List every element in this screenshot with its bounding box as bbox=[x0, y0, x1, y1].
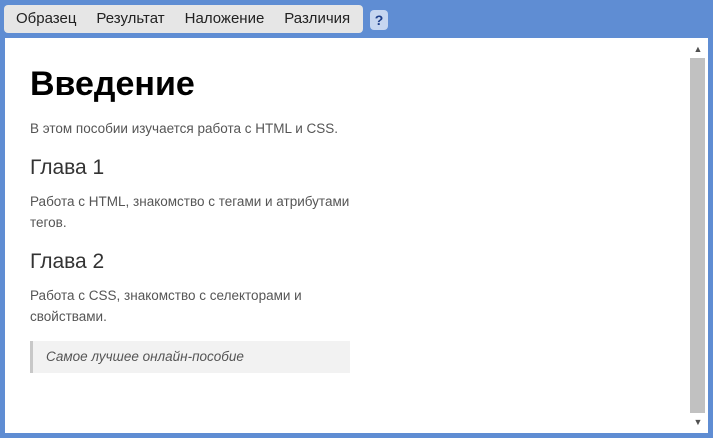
vertical-scrollbar[interactable]: ▲ ▼ bbox=[688, 38, 708, 433]
scroll-up-arrow-icon[interactable]: ▲ bbox=[688, 40, 708, 58]
view-mode-tabs: Образец Результат Наложение Различия bbox=[4, 5, 363, 33]
blockquote: Самое лучшее онлайн-пособие bbox=[30, 341, 350, 373]
page-title: Введение bbox=[30, 65, 195, 103]
tab-result[interactable]: Результат bbox=[86, 5, 174, 33]
tab-overlay[interactable]: Наложение bbox=[175, 5, 275, 33]
tab-differences[interactable]: Различия bbox=[274, 5, 360, 33]
help-button[interactable]: ? bbox=[370, 10, 388, 30]
scroll-down-arrow-icon[interactable]: ▼ bbox=[688, 413, 708, 431]
section-heading-2: Глава 2 bbox=[30, 250, 105, 273]
section-text-1: Работа с HTML, знакомство с тегами и атр… bbox=[30, 194, 350, 230]
section-heading-1: Глава 1 bbox=[30, 156, 105, 179]
document-content: Введение В этом пособии изучается работа… bbox=[30, 38, 360, 373]
tab-sample[interactable]: Образец bbox=[4, 5, 86, 33]
scrollbar-thumb[interactable] bbox=[690, 58, 705, 413]
preview-frame: Введение В этом пособии изучается работа… bbox=[5, 38, 708, 433]
intro-paragraph: В этом пособии изучается работа с HTML и… bbox=[30, 121, 339, 136]
section-text-2: Работа с CSS, знакомство с селекторами и… bbox=[30, 288, 302, 324]
